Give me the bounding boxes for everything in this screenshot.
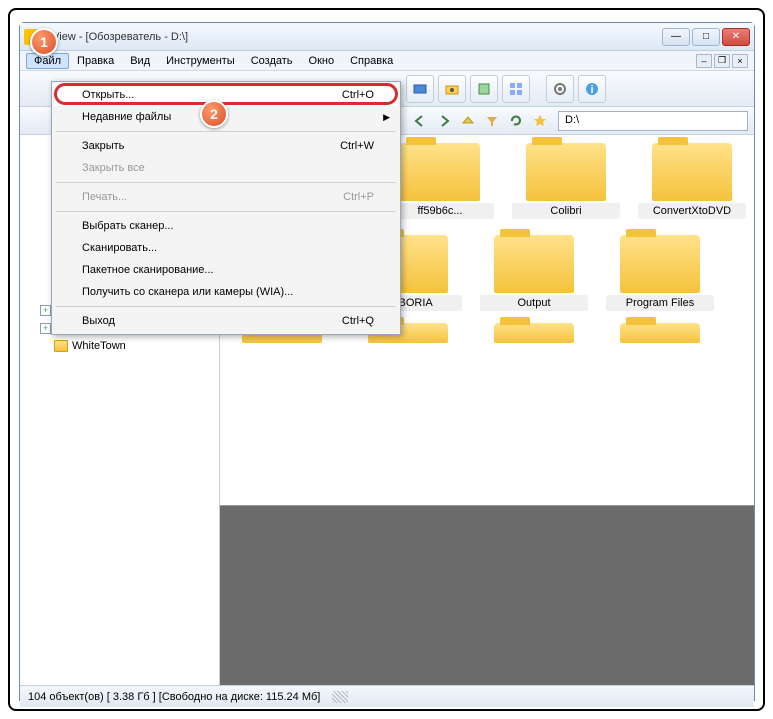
nav-forward-icon[interactable] — [434, 111, 454, 131]
menu-item-label: Получить со сканера или камеры (WIA)... — [82, 286, 293, 298]
menu-open[interactable]: Открыть... Ctrl+O — [54, 84, 398, 106]
menu-item-label: Сканировать... — [82, 242, 157, 254]
folder-item[interactable] — [606, 323, 714, 345]
menu-edit[interactable]: Правка — [69, 53, 122, 69]
nav-refresh-icon[interactable] — [506, 111, 526, 131]
nav-up-icon[interactable] — [458, 111, 478, 131]
folder-item[interactable]: Colibri — [512, 143, 620, 223]
nav-filter-icon[interactable] — [482, 111, 502, 131]
menu-item-label: Недавние файлы — [82, 111, 171, 123]
folder-icon — [54, 340, 68, 352]
folder-label: ConvertXtoDVD — [638, 203, 746, 219]
toolbar-convert-button[interactable] — [470, 75, 498, 103]
toolbar-info-button[interactable]: i — [578, 75, 606, 103]
folder-label: Colibri — [512, 203, 620, 219]
toolbar-slideshow-button[interactable] — [406, 75, 434, 103]
folder-item[interactable]: Program Files — [606, 235, 714, 311]
preview-pane — [220, 505, 754, 685]
statusbar: 104 объект(ов) [ 3.38 Гб ] [Свободно на … — [20, 685, 754, 707]
close-button[interactable]: ✕ — [722, 28, 750, 46]
mdi-minimize-button[interactable]: – — [696, 54, 712, 68]
menu-separator — [56, 182, 396, 183]
folder-icon — [494, 235, 574, 293]
submenu-arrow-icon: ▶ — [383, 112, 390, 123]
minimize-button[interactable]: — — [662, 28, 690, 46]
menubar: Файл Правка Вид Инструменты Создать Окно… — [20, 51, 754, 71]
toolbar-grid-button[interactable] — [502, 75, 530, 103]
expand-icon[interactable]: + — [40, 305, 51, 316]
menu-item-label: Открыть... — [82, 89, 134, 101]
menu-view[interactable]: Вид — [122, 53, 158, 69]
folder-icon — [400, 143, 480, 201]
menu-shortcut: Ctrl+O — [342, 89, 374, 101]
menu-create[interactable]: Создать — [243, 53, 301, 69]
window-title: nView - [Обозреватель - D:\] — [46, 31, 662, 43]
menu-separator — [56, 211, 396, 212]
menu-item-label: Пакетное сканирование... — [82, 264, 214, 276]
folder-item[interactable]: ff59b6c... — [386, 143, 494, 223]
status-text: 104 объект(ов) [ 3.38 Гб ] [Свободно на … — [28, 691, 320, 703]
folder-item[interactable]: ConvertXtoDVD — [638, 143, 746, 223]
menu-close[interactable]: Закрыть Ctrl+W — [54, 135, 398, 157]
folder-item[interactable] — [480, 323, 588, 345]
menu-shortcut: Ctrl+Q — [342, 315, 374, 327]
svg-text:i: i — [590, 84, 593, 96]
folder-label: Program Files — [606, 295, 714, 311]
nav-back-icon[interactable] — [410, 111, 430, 131]
nav-favorite-icon[interactable] — [530, 111, 550, 131]
callout-badge-1: 1 — [30, 28, 58, 56]
menu-print: Печать... Ctrl+P — [54, 186, 398, 208]
folder-label: Output — [480, 295, 588, 311]
menu-item-label: Закрыть все — [82, 162, 145, 174]
folder-icon — [526, 143, 606, 201]
folder-icon — [494, 323, 574, 343]
titlebar: nView - [Обозреватель - D:\] — □ ✕ — [20, 23, 754, 51]
tree-label: WhiteTown — [72, 340, 126, 352]
menu-scan[interactable]: Сканировать... — [54, 237, 398, 259]
folder-item[interactable]: Output — [480, 235, 588, 311]
menu-shortcut: Ctrl+P — [343, 191, 374, 203]
toolbar-capture-button[interactable] — [438, 75, 466, 103]
mdi-restore-button[interactable]: ❐ — [714, 54, 730, 68]
folder-icon — [620, 323, 700, 343]
folder-label: ff59b6c... — [386, 203, 494, 219]
toolbar-settings-button[interactable] — [546, 75, 574, 103]
menu-exit[interactable]: Выход Ctrl+Q — [54, 310, 398, 332]
expand-icon[interactable]: + — [40, 323, 51, 334]
menu-help[interactable]: Справка — [342, 53, 401, 69]
menu-wia[interactable]: Получить со сканера или камеры (WIA)... — [54, 281, 398, 303]
menu-separator — [56, 306, 396, 307]
address-input[interactable]: D:\ — [558, 111, 748, 131]
menu-item-label: Закрыть — [82, 140, 124, 152]
menu-batch-scan[interactable]: Пакетное сканирование... — [54, 259, 398, 281]
menu-item-label: Выход — [82, 315, 115, 327]
folder-icon — [620, 235, 700, 293]
resize-grip-icon[interactable] — [332, 691, 348, 703]
menu-close-all: Закрыть все — [54, 157, 398, 179]
tree-node[interactable]: WhiteTown — [22, 337, 217, 355]
menu-item-label: Печать... — [82, 191, 127, 203]
menu-separator — [56, 131, 396, 132]
menu-shortcut: Ctrl+W — [340, 140, 374, 152]
callout-badge-2: 2 — [200, 100, 228, 128]
menu-tools[interactable]: Инструменты — [158, 53, 243, 69]
menu-item-label: Выбрать сканер... — [82, 220, 174, 232]
maximize-button[interactable]: □ — [692, 28, 720, 46]
menu-select-scanner[interactable]: Выбрать сканер... — [54, 215, 398, 237]
folder-icon — [652, 143, 732, 201]
menu-window[interactable]: Окно — [301, 53, 343, 69]
mdi-close-button[interactable]: × — [732, 54, 748, 68]
